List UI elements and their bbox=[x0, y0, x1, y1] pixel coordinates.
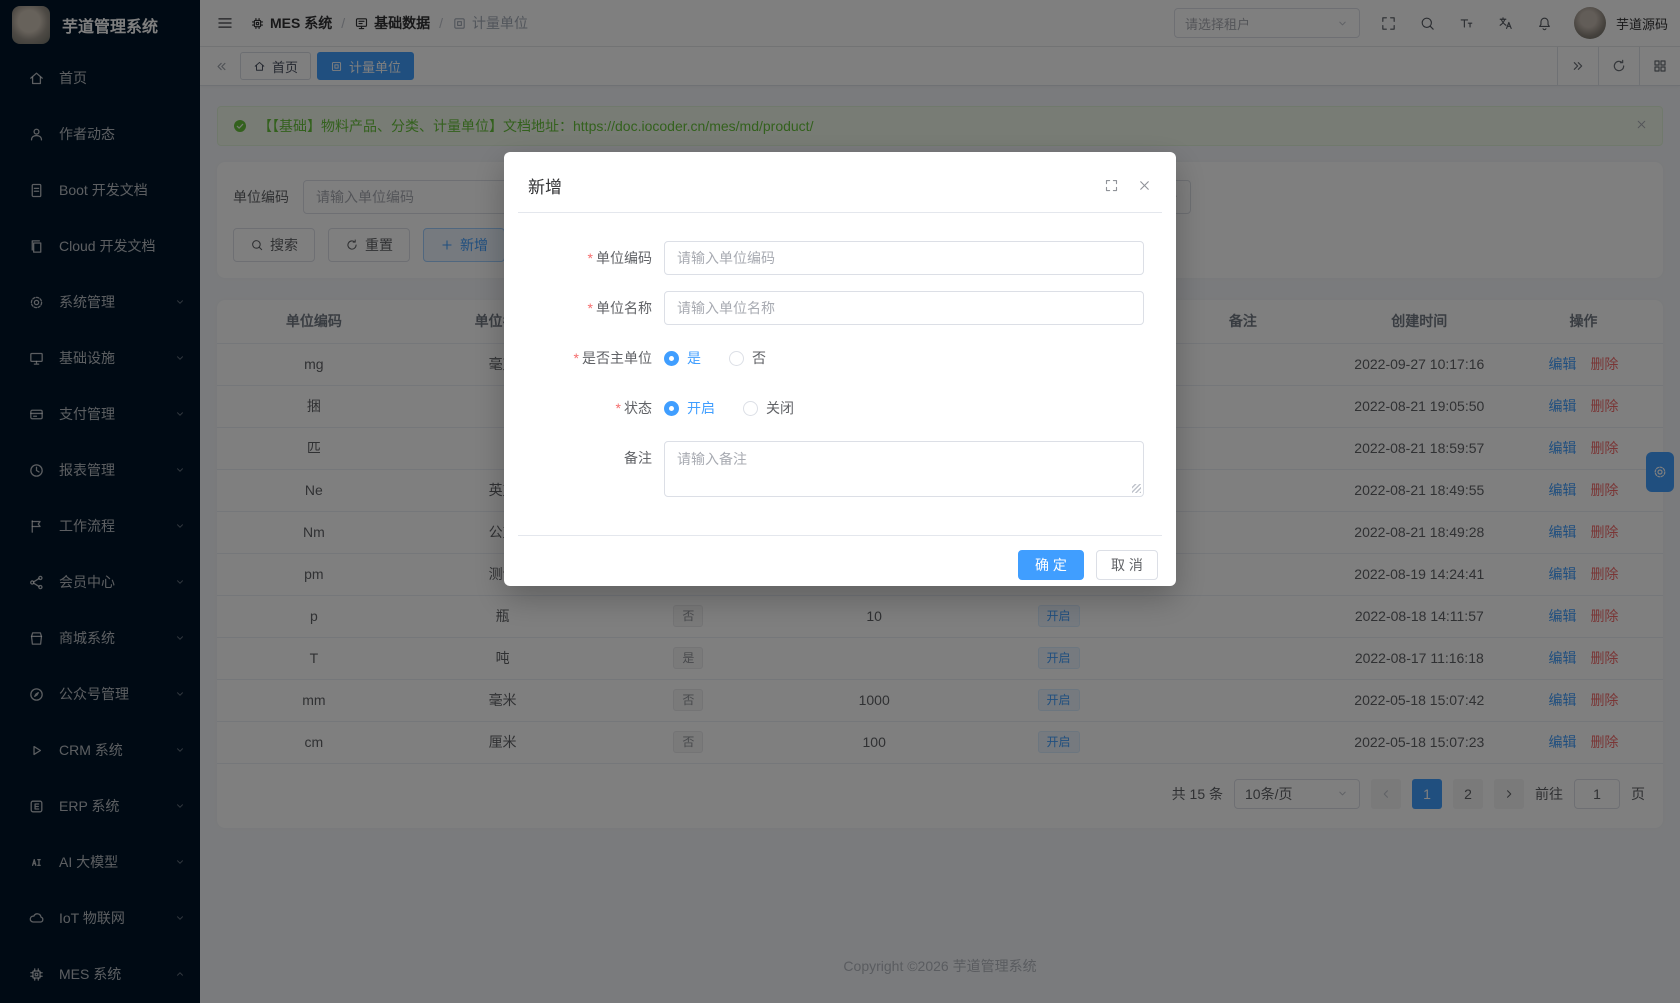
unit-code-label: 单位编码 bbox=[596, 250, 652, 266]
unit-name-input[interactable] bbox=[664, 291, 1144, 325]
confirm-button[interactable]: 确 定 bbox=[1018, 550, 1084, 580]
unit-code-input[interactable] bbox=[664, 241, 1144, 275]
required-mark: * bbox=[616, 400, 621, 416]
dialog-header: 新增 bbox=[504, 152, 1176, 212]
radio-dot bbox=[664, 351, 679, 366]
is-main-no-radio[interactable]: 否 bbox=[729, 348, 766, 368]
status-label: 状态 bbox=[624, 400, 652, 416]
radio-dot bbox=[729, 351, 744, 366]
unit-code-field: *单位编码 bbox=[516, 241, 1144, 275]
radio-dot bbox=[743, 401, 758, 416]
required-mark: * bbox=[588, 300, 593, 316]
dialog-fullscreen-icon[interactable] bbox=[1104, 178, 1119, 193]
is-main-yes-radio[interactable]: 是 bbox=[664, 348, 701, 368]
remark-label: 备注 bbox=[516, 441, 664, 475]
unit-name-field: *单位名称 bbox=[516, 291, 1144, 325]
status-field: *状态 开启 关闭 bbox=[516, 391, 1144, 425]
status-disabled-radio[interactable]: 关闭 bbox=[743, 398, 794, 418]
remark-field: 备注 bbox=[516, 441, 1144, 497]
dialog-form: *单位编码 *单位名称 *是否主单位 是 否 *状态 开启 关闭 备注 bbox=[504, 213, 1176, 513]
is-main-unit-label: 是否主单位 bbox=[582, 350, 652, 366]
unit-name-label: 单位名称 bbox=[596, 300, 652, 316]
cancel-button[interactable]: 取 消 bbox=[1096, 550, 1158, 580]
radio-dot bbox=[664, 401, 679, 416]
is-main-unit-field: *是否主单位 是 否 bbox=[516, 341, 1144, 375]
status-enabled-radio[interactable]: 开启 bbox=[664, 398, 715, 418]
add-unit-dialog: 新增 *单位编码 *单位名称 *是否主单位 是 否 *状态 开启 关闭 bbox=[504, 152, 1176, 586]
required-mark: * bbox=[588, 250, 593, 266]
required-mark: * bbox=[574, 350, 579, 366]
dialog-footer: 确 定 取 消 bbox=[518, 535, 1162, 596]
dialog-close-icon[interactable] bbox=[1137, 178, 1152, 193]
dialog-title: 新增 bbox=[528, 173, 562, 198]
dialog-tools bbox=[1104, 178, 1152, 193]
remark-textarea[interactable] bbox=[664, 441, 1144, 497]
